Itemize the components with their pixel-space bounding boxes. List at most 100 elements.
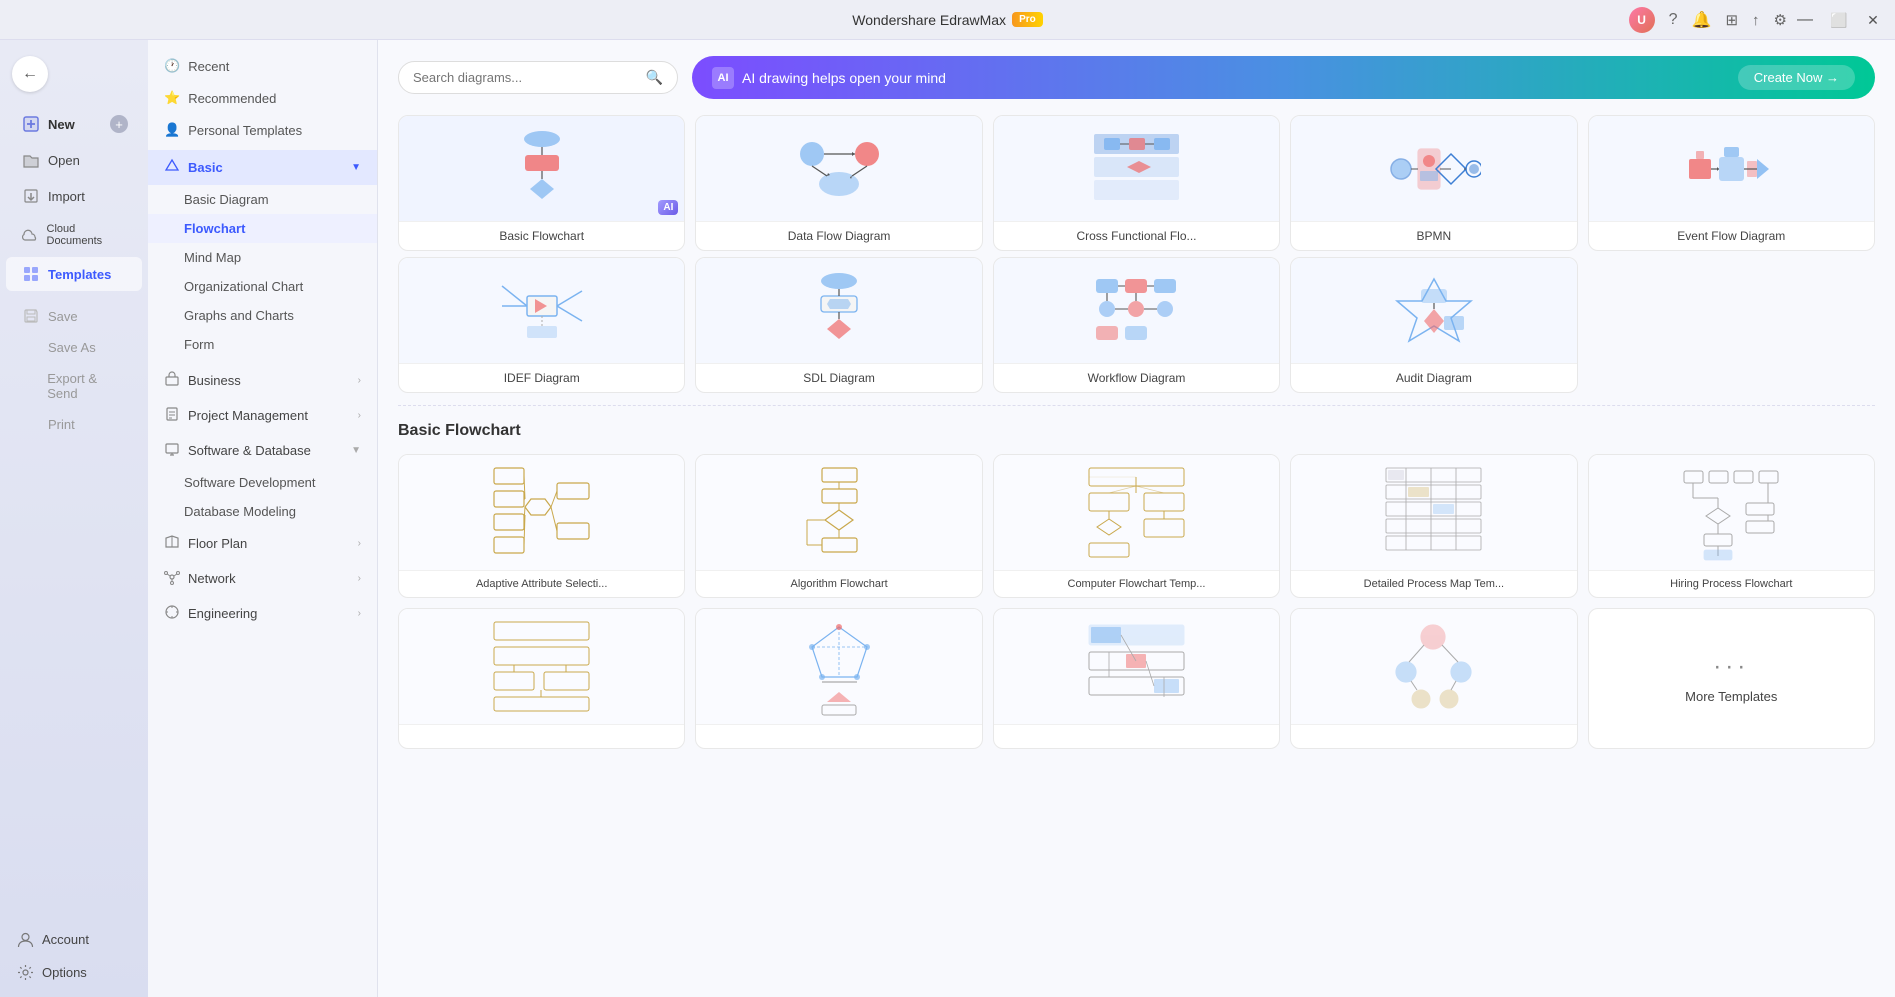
cat-sub-graphs[interactable]: Graphs and Charts: [148, 301, 377, 330]
ai-banner[interactable]: AI AI drawing helps open your mind Creat…: [692, 56, 1875, 99]
cat-item-recommended[interactable]: ⭐ Recommended: [148, 82, 377, 114]
sidebar-item-export[interactable]: Export & Send: [6, 364, 142, 408]
cat-sub-basic-diagram-label: Basic Diagram: [184, 192, 269, 207]
engineering-icon: [164, 604, 180, 623]
cat-sub-basic-diagram[interactable]: Basic Diagram: [148, 185, 377, 214]
diagram-card-event-flow[interactable]: Event Flow Diagram: [1588, 115, 1875, 251]
cat-sub-software-dev[interactable]: Software Development: [148, 468, 377, 497]
template-grid-row1: Adaptive Attribute Selecti...: [398, 454, 1875, 598]
sidebar-cloud-label: Cloud Documents: [47, 223, 129, 247]
sidebar-print-label: Print: [48, 417, 75, 432]
template-label-row2-1: [399, 724, 684, 739]
diagram-card-empty: [1588, 257, 1875, 393]
diagram-label-cross-functional: Cross Functional Flo...: [994, 221, 1279, 250]
sidebar-item-options[interactable]: Options: [0, 956, 148, 989]
template-grid-row2: ··· More Templates: [398, 608, 1875, 749]
basic-chevron-icon: ▼: [351, 162, 361, 173]
search-input[interactable]: [413, 70, 638, 85]
cat-sub-org-chart[interactable]: Organizational Chart: [148, 272, 377, 301]
diagram-card-cross-functional[interactable]: Cross Functional Flo...: [993, 115, 1280, 251]
diagram-card-basic-flowchart[interactable]: AI Basic Flowchart: [398, 115, 685, 251]
content-header: 🔍 AI AI drawing helps open your mind Cre…: [398, 56, 1875, 99]
cat-item-floor[interactable]: Floor Plan ›: [148, 526, 377, 561]
cat-sub-software-dev-label: Software Development: [184, 475, 316, 490]
upload-icon[interactable]: ↑: [1752, 12, 1760, 29]
sidebar-item-save-as[interactable]: Save As: [6, 333, 142, 362]
sidebar-options-label: Options: [42, 965, 87, 980]
template-card-img-row2-3: [994, 609, 1279, 724]
sidebar-import-label: Import: [48, 189, 85, 204]
template-card-img-algorithm: [696, 455, 981, 570]
template-card-adaptive[interactable]: Adaptive Attribute Selecti...: [398, 454, 685, 598]
cat-item-software[interactable]: Software & Database ▼: [148, 433, 377, 468]
sidebar-item-import[interactable]: Import: [6, 179, 142, 213]
user-avatar[interactable]: U: [1629, 7, 1655, 33]
template-card-row2-4[interactable]: [1290, 608, 1577, 749]
cat-sub-mind-map[interactable]: Mind Map: [148, 243, 377, 272]
sidebar-item-open[interactable]: Open: [6, 143, 142, 177]
template-card-row2-1[interactable]: [398, 608, 685, 749]
recommended-icon: ⭐: [164, 90, 180, 106]
ai-create-button[interactable]: Create Now →: [1738, 65, 1855, 90]
back-button[interactable]: ←: [0, 48, 148, 100]
template-card-img-row2-4: [1291, 609, 1576, 724]
cat-sub-database-label: Database Modeling: [184, 504, 296, 519]
plus-button[interactable]: +: [110, 115, 128, 133]
diagram-card-workflow[interactable]: Workflow Diagram: [993, 257, 1280, 393]
software-icon: [164, 441, 180, 460]
cat-item-personal[interactable]: 👤 Personal Templates: [148, 114, 377, 146]
cat-item-basic[interactable]: Basic ▼: [148, 150, 377, 185]
floor-chevron-icon: ›: [358, 538, 361, 549]
options-gear-icon: [14, 964, 36, 981]
diagram-card-bpmn[interactable]: BPMN: [1290, 115, 1577, 251]
cat-sub-database[interactable]: Database Modeling: [148, 497, 377, 526]
template-card-hiring[interactable]: Hiring Process Flowchart: [1588, 454, 1875, 598]
settings-icon[interactable]: ⚙: [1774, 11, 1787, 29]
cat-sub-form-label: Form: [184, 337, 214, 352]
diagram-card-sdl[interactable]: SDL Diagram: [695, 257, 982, 393]
save-icon: [20, 308, 42, 324]
diagram-card-data-flow[interactable]: Data Flow Diagram: [695, 115, 982, 251]
cat-sub-flowchart[interactable]: Flowchart: [148, 214, 377, 243]
apps-icon[interactable]: ⊞: [1725, 11, 1738, 29]
business-icon: [164, 371, 180, 390]
diagram-card-idef[interactable]: IDEF Diagram: [398, 257, 685, 393]
bell-icon[interactable]: 🔔: [1692, 10, 1712, 30]
cat-item-engineering[interactable]: Engineering ›: [148, 596, 377, 631]
cat-sub-form[interactable]: Form: [148, 330, 377, 359]
template-card-row2-2[interactable]: [695, 608, 982, 749]
template-label-row2-3: [994, 724, 1279, 739]
sidebar-save-label: Save: [48, 309, 78, 324]
sidebar-item-save[interactable]: Save: [6, 301, 142, 331]
help-icon[interactable]: ?: [1669, 11, 1678, 29]
cat-basic-label: Basic: [188, 160, 223, 175]
template-card-computer-flowchart[interactable]: Computer Flowchart Temp...: [993, 454, 1280, 598]
import-icon: [20, 187, 42, 205]
maximize-button[interactable]: ⬜: [1823, 4, 1855, 36]
cat-floor-label: Floor Plan: [188, 536, 247, 551]
template-card-detailed-process[interactable]: Detailed Process Map Tem...: [1290, 454, 1577, 598]
diagram-label-sdl: SDL Diagram: [696, 363, 981, 392]
sidebar-item-account[interactable]: Account: [0, 923, 148, 956]
cat-item-project[interactable]: Project Management ›: [148, 398, 377, 433]
cat-item-recent[interactable]: 🕐 Recent: [148, 50, 377, 82]
category-panel: 🕐 Recent ⭐ Recommended 👤 Personal Templa…: [148, 40, 378, 997]
account-icon: [14, 931, 36, 948]
new-icon: [20, 115, 42, 133]
network-icon: [164, 569, 180, 588]
sidebar-item-templates[interactable]: Templates: [6, 257, 142, 291]
cat-recent-label: Recent: [188, 59, 229, 74]
template-card-algorithm[interactable]: Algorithm Flowchart: [695, 454, 982, 598]
template-card-more[interactable]: ··· More Templates: [1588, 608, 1875, 749]
cat-item-network[interactable]: Network ›: [148, 561, 377, 596]
sidebar-item-new[interactable]: New +: [6, 107, 142, 141]
cat-item-business[interactable]: Business ›: [148, 363, 377, 398]
sidebar-item-cloud[interactable]: Cloud Documents: [6, 215, 142, 255]
close-button[interactable]: ✕: [1857, 4, 1889, 36]
sidebar-item-print[interactable]: Print: [6, 410, 142, 439]
template-card-row2-3[interactable]: [993, 608, 1280, 749]
search-box[interactable]: 🔍: [398, 61, 678, 94]
sidebar-account-label: Account: [42, 932, 89, 947]
diagram-card-audit[interactable]: Audit Diagram: [1290, 257, 1577, 393]
diagram-card-img-sdl: [696, 258, 981, 363]
